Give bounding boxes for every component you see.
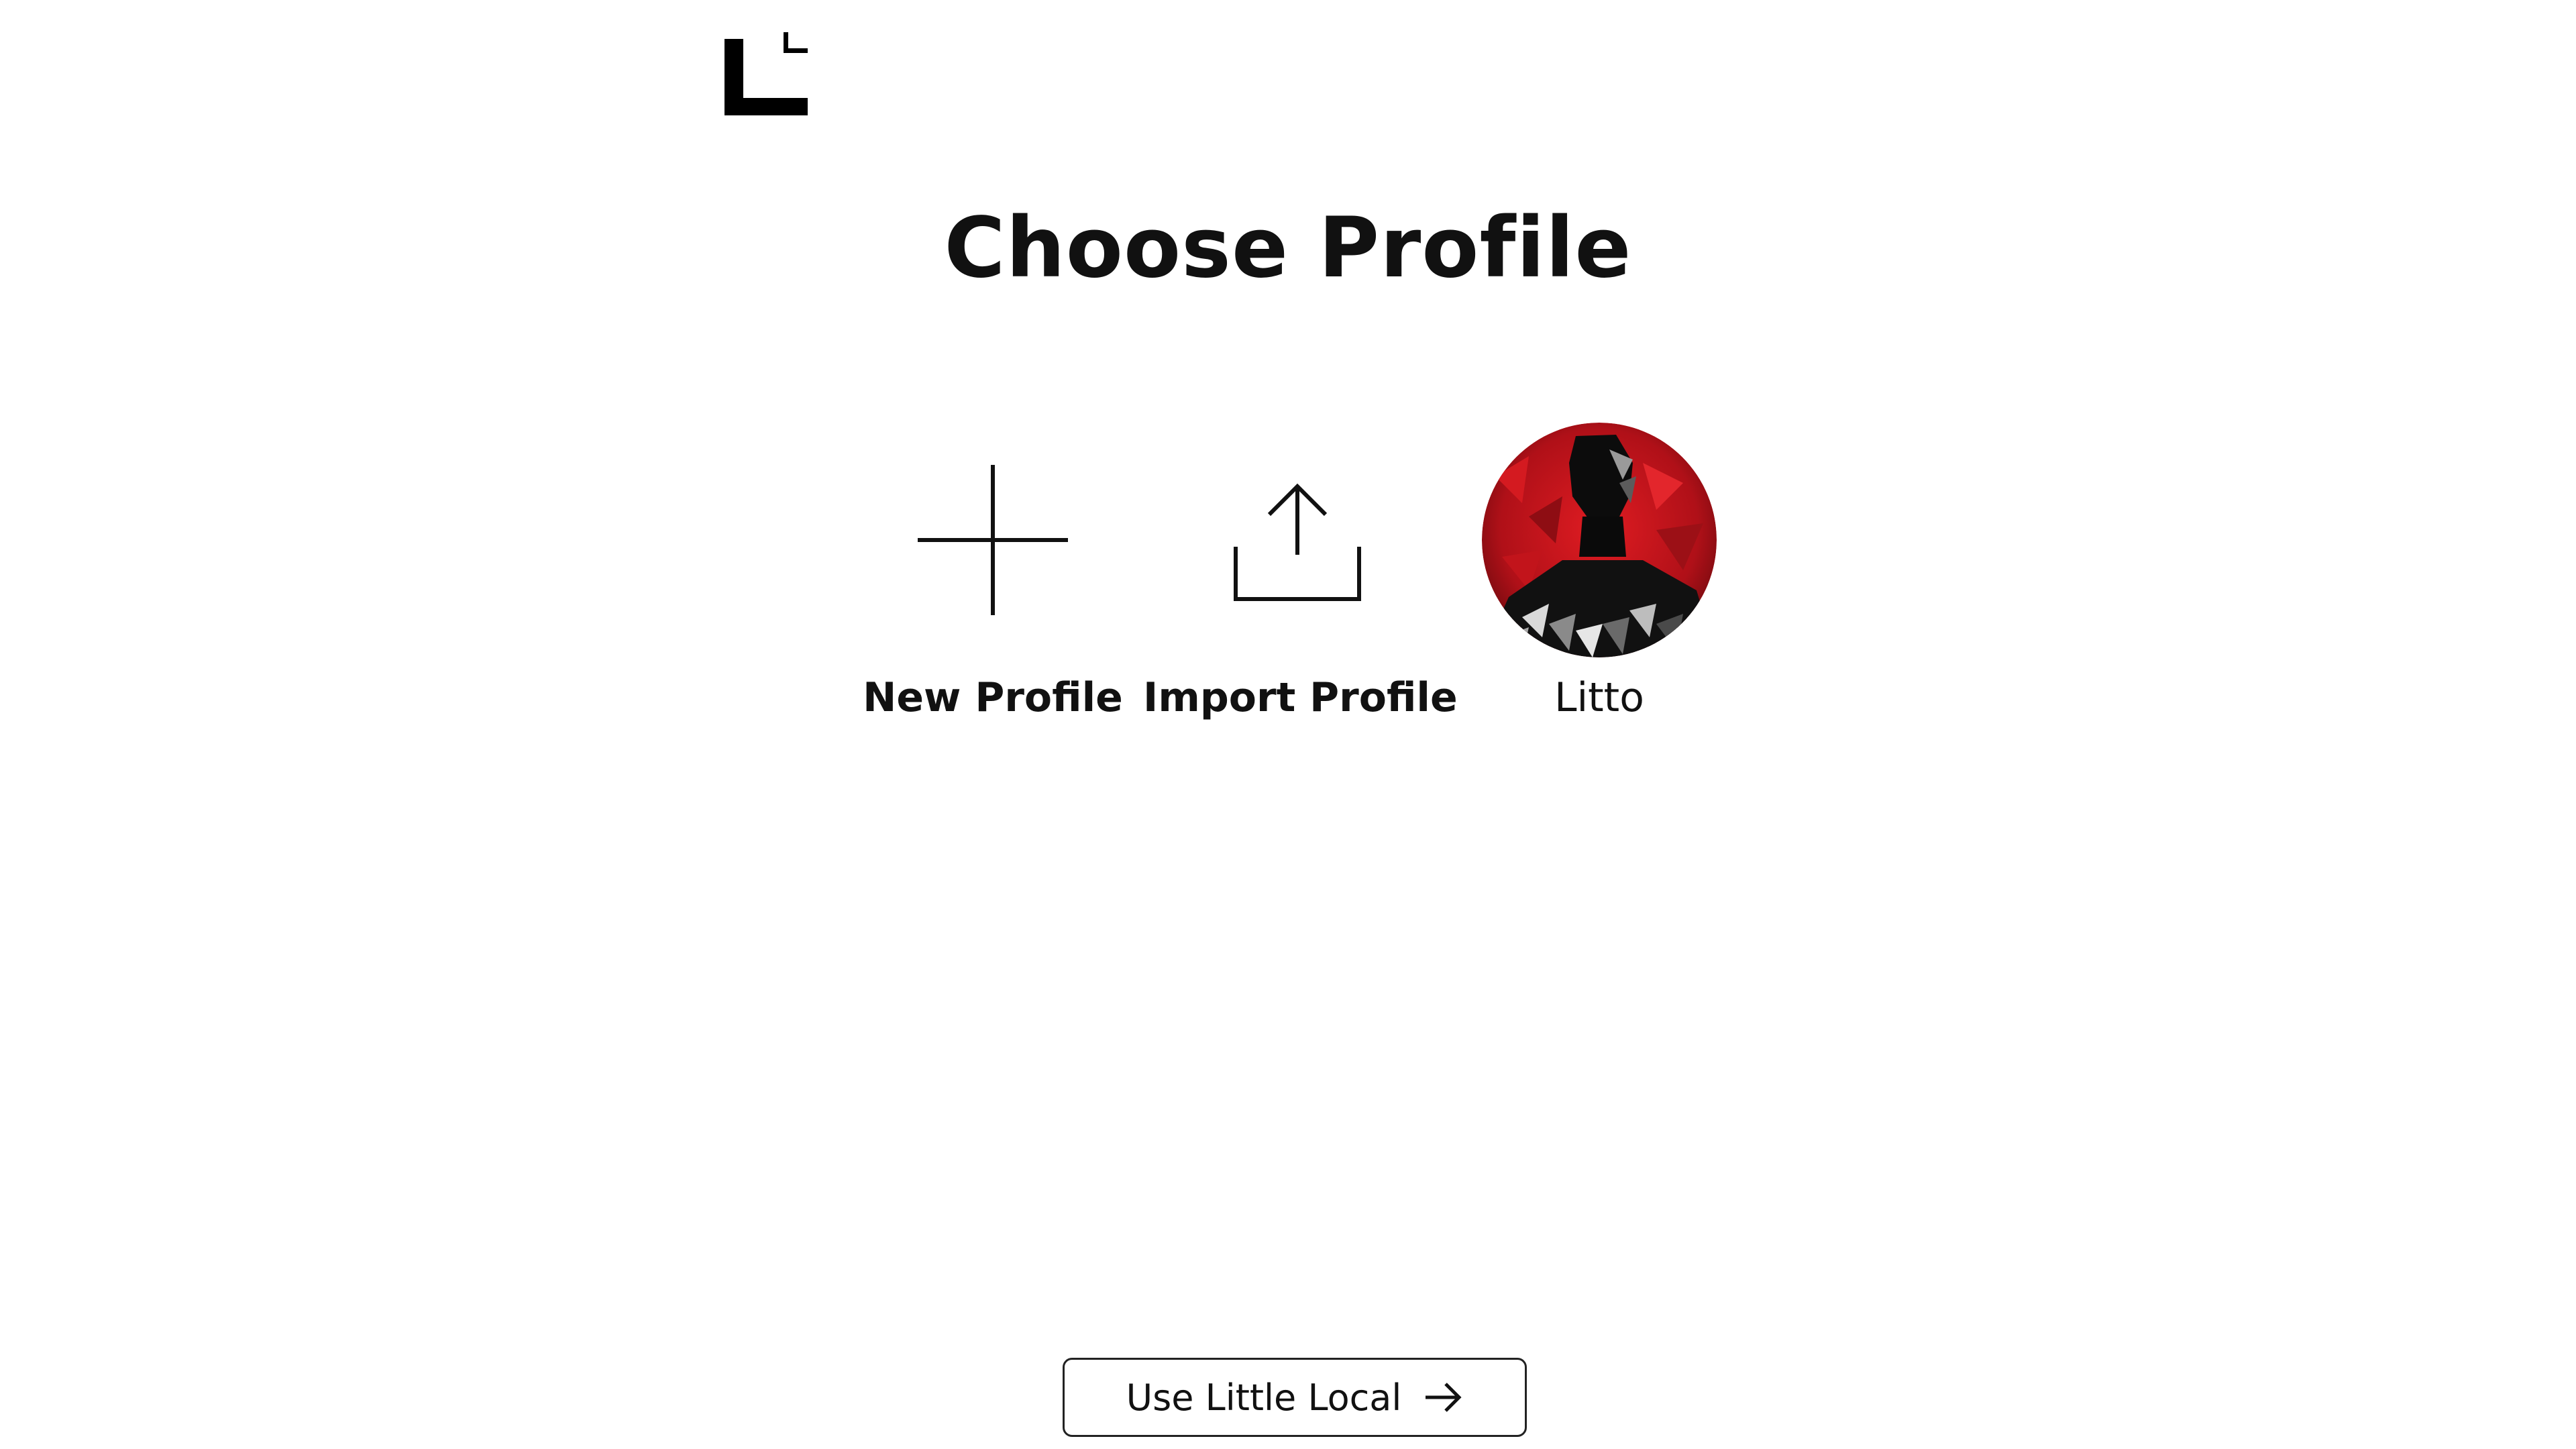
profile-name-litto: Litto — [1554, 674, 1644, 721]
profile-chooser-screen: Choose Profile New Profile Import Profil… — [0, 0, 2576, 1449]
plus-icon — [918, 465, 1068, 615]
use-little-local-label: Use Little Local — [1126, 1376, 1402, 1419]
page-title: Choose Profile — [944, 200, 1632, 297]
profile-item-litto[interactable]: Litto — [1445, 423, 1754, 731]
new-profile-label: New Profile — [863, 674, 1123, 721]
little-logo-icon — [724, 32, 808, 115]
import-profile-label: Import Profile — [1143, 674, 1458, 721]
avatar — [1482, 423, 1717, 657]
profile-avatar-tile[interactable] — [1482, 423, 1717, 657]
upload-icon — [1234, 483, 1361, 601]
new-profile-button[interactable]: New Profile — [839, 423, 1147, 731]
import-profile-button[interactable]: Import Profile — [1143, 423, 1458, 731]
arrow-right-icon — [1426, 1383, 1462, 1412]
profile-list: New Profile Import Profile Litto — [0, 423, 2576, 731]
import-profile-tile[interactable] — [1180, 423, 1415, 657]
use-little-local-button[interactable]: Use Little Local — [1063, 1358, 1527, 1437]
new-profile-tile[interactable] — [875, 423, 1110, 657]
